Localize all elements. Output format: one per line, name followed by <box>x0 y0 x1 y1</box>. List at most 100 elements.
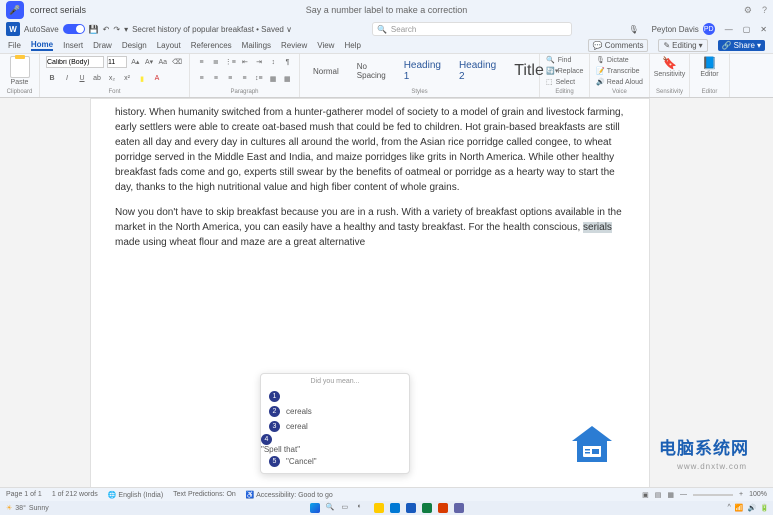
decrease-font-icon[interactable]: A▾ <box>144 56 155 68</box>
powerpoint-icon[interactable] <box>438 503 448 513</box>
share-button[interactable]: 🔗 Share ▾ <box>718 40 765 51</box>
tab-design[interactable]: Design <box>122 41 147 50</box>
tab-references[interactable]: References <box>191 41 232 50</box>
style-nospacing[interactable]: No Spacing <box>350 59 393 83</box>
autosave-toggle[interactable] <box>63 24 85 34</box>
shading-icon[interactable]: ▦ <box>267 73 278 85</box>
tray-volume-icon[interactable]: 🔊 <box>748 504 757 512</box>
close-icon[interactable]: ✕ <box>760 25 767 34</box>
zoom-in-icon[interactable]: + <box>739 491 743 498</box>
select-icon[interactable]: ⬚ <box>546 78 553 86</box>
align-left-icon[interactable]: ≡ <box>196 73 207 85</box>
multilevel-icon[interactable]: ⋮≡ <box>224 56 236 68</box>
qat-more-icon[interactable]: ▾ <box>124 25 128 34</box>
view-web-icon[interactable]: ▦ <box>667 491 674 499</box>
explorer-icon[interactable] <box>374 503 384 513</box>
excel-icon[interactable] <box>422 503 432 513</box>
tray-battery-icon[interactable]: 🔋 <box>760 504 769 512</box>
outdent-icon[interactable]: ⇤ <box>239 56 250 68</box>
search-mic-icon[interactable]: 🎙 <box>626 21 642 37</box>
style-heading1[interactable]: Heading 1 <box>397 57 448 85</box>
settings-icon[interactable]: ⚙ <box>744 5 752 16</box>
tray-chevron-icon[interactable]: ^ <box>728 504 731 512</box>
status-page[interactable]: Page 1 of 1 <box>6 491 42 498</box>
style-normal[interactable]: Normal <box>306 64 346 79</box>
status-predictions[interactable]: Text Predictions: On <box>173 491 236 498</box>
tab-layout[interactable]: Layout <box>157 41 181 50</box>
tab-review[interactable]: Review <box>281 41 307 50</box>
status-lang[interactable]: 🌐 English (India) <box>108 491 163 499</box>
view-print-icon[interactable]: ▤ <box>655 491 662 499</box>
zoom-level[interactable]: 100% <box>749 491 767 498</box>
borders-icon[interactable]: ▦ <box>282 73 293 85</box>
redo-icon[interactable]: ↷ <box>113 25 120 34</box>
user-avatar[interactable]: PD <box>703 23 715 35</box>
indent-icon[interactable]: ⇥ <box>254 56 265 68</box>
zoom-out-icon[interactable]: — <box>680 491 687 498</box>
sort-icon[interactable]: ↕ <box>268 56 279 68</box>
paste-icon[interactable] <box>10 56 30 78</box>
start-icon[interactable] <box>310 503 320 513</box>
editing-button[interactable]: ✎ Editing ▾ <box>658 39 707 52</box>
edge-icon[interactable] <box>390 503 400 513</box>
font-size-combo[interactable] <box>107 56 127 68</box>
comments-button[interactable]: 💬 Comments <box>588 39 649 52</box>
tab-draw[interactable]: Draw <box>93 41 112 50</box>
clear-format-icon[interactable]: ⌫ <box>171 56 183 68</box>
subscript-icon[interactable]: x₂ <box>106 73 118 85</box>
suggestion-item[interactable]: 4"Spell that" <box>261 434 409 454</box>
save-icon[interactable]: 💾 <box>89 25 99 34</box>
tab-mailings[interactable]: Mailings <box>242 41 271 50</box>
numbering-icon[interactable]: ≣ <box>210 56 221 68</box>
font-name-combo[interactable] <box>46 56 104 68</box>
show-marks-icon[interactable]: ¶ <box>282 56 293 68</box>
status-accessibility[interactable]: ♿ Accessibility: Good to go <box>246 491 333 499</box>
tab-view[interactable]: View <box>317 41 334 50</box>
status-words[interactable]: 1 of 212 words <box>52 491 98 498</box>
weather-icon[interactable]: ☀ <box>6 504 12 512</box>
tab-file[interactable]: File <box>8 41 21 50</box>
tab-help[interactable]: Help <box>344 41 360 50</box>
suggestion-item[interactable]: 1 <box>261 389 409 404</box>
replace-icon[interactable]: 🔄 <box>546 67 555 75</box>
align-right-icon[interactable]: ≡ <box>225 73 236 85</box>
minimize-icon[interactable]: — <box>725 25 733 34</box>
italic-icon[interactable]: I <box>61 73 73 85</box>
search-input[interactable]: 🔍 Search <box>372 22 572 36</box>
increase-font-icon[interactable]: A▴ <box>130 56 141 68</box>
line-spacing-icon[interactable]: ↕≡ <box>253 73 264 85</box>
style-heading2[interactable]: Heading 2 <box>452 57 503 85</box>
justify-icon[interactable]: ≡ <box>239 73 250 85</box>
voice-mic-icon[interactable]: 🎤 <box>6 1 24 19</box>
help-icon[interactable]: ? <box>762 5 767 16</box>
zoom-slider[interactable] <box>693 494 733 496</box>
widgets-icon[interactable]: ◐ <box>358 503 368 513</box>
suggestion-item[interactable]: 5"Cancel" <box>261 454 409 469</box>
strike-icon[interactable]: ab <box>91 73 103 85</box>
word-taskbar-icon[interactable] <box>406 503 416 513</box>
readaloud-icon[interactable]: 🔊 <box>596 78 605 86</box>
dictate-icon[interactable]: 🎙 <box>596 56 605 64</box>
tab-home[interactable]: Home <box>31 40 53 51</box>
find-icon[interactable]: 🔍 <box>546 56 555 64</box>
tray-wifi-icon[interactable]: 📶 <box>735 504 744 512</box>
editor-icon[interactable]: 📘 <box>702 56 717 70</box>
undo-icon[interactable]: ↶ <box>103 25 110 34</box>
underline-icon[interactable]: U <box>76 73 88 85</box>
view-focus-icon[interactable]: ▣ <box>642 491 649 499</box>
teams-icon[interactable] <box>454 503 464 513</box>
maximize-icon[interactable]: ▢ <box>743 25 751 34</box>
bullets-icon[interactable]: ≡ <box>196 56 207 68</box>
taskview-icon[interactable]: ▭ <box>342 503 352 513</box>
align-center-icon[interactable]: ≡ <box>210 73 221 85</box>
highlighted-word[interactable]: serials <box>583 222 612 233</box>
change-case-icon[interactable]: Aa <box>157 56 168 68</box>
suggestion-item[interactable]: 3cereal <box>261 419 409 434</box>
superscript-icon[interactable]: x² <box>121 73 133 85</box>
tab-insert[interactable]: Insert <box>63 41 83 50</box>
bold-icon[interactable]: B <box>46 73 58 85</box>
taskbar-search-icon[interactable]: 🔍 <box>326 503 336 513</box>
suggestion-item[interactable]: 2cereals <box>261 404 409 419</box>
highlight-icon[interactable]: ▮ <box>136 73 148 85</box>
transcribe-icon[interactable]: 📝 <box>596 67 605 75</box>
